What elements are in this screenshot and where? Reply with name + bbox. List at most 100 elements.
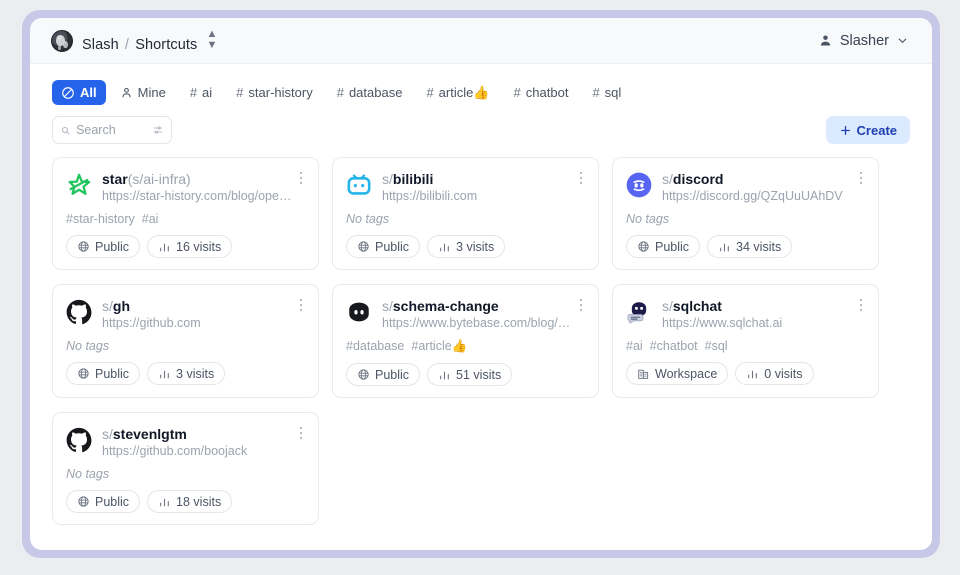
shortcut-name: sqlchat: [672, 298, 722, 314]
user-menu[interactable]: Slasher: [818, 33, 909, 49]
shortcut-url[interactable]: https://www.bytebase.com/blog/ho…: [382, 316, 573, 330]
breadcrumb-text: Slash / Shortcuts ▲ ▼: [82, 28, 218, 53]
visits-label: 16 visits: [176, 239, 222, 254]
app-logo-icon: [51, 29, 73, 52]
hash-icon: #: [189, 85, 198, 100]
hash-icon: #: [592, 85, 600, 100]
shortcut-url[interactable]: https://www.sqlchat.ai: [662, 316, 853, 330]
card-menu-button[interactable]: [854, 297, 868, 313]
shortcut-tag[interactable]: #star-history: [66, 212, 135, 226]
card-content: s/sqlchat https://www.sqlchat.ai: [662, 297, 865, 330]
shortcut-card[interactable]: s/bilibili https://bilibili.com No tags …: [332, 157, 599, 270]
filter-tab-sql-label: sql: [604, 85, 622, 100]
globe-icon: [358, 241, 369, 252]
shortcut-card[interactable]: s/discord https://discord.gg/QZqUuUAhDV …: [612, 157, 879, 270]
shortcut-title[interactable]: s/gh: [102, 297, 293, 315]
shortcut-url[interactable]: https://bilibili.com: [382, 189, 573, 203]
shortcut-tag[interactable]: #database: [346, 339, 404, 354]
toolbar: Create: [52, 116, 910, 144]
search-input[interactable]: [76, 123, 148, 137]
shortcut-tags: No tags: [66, 339, 305, 353]
bar-chart-icon: [160, 498, 169, 507]
shortcut-title[interactable]: s/stevenlgtm: [102, 425, 293, 443]
shortcut-tag[interactable]: #ai: [142, 212, 159, 226]
filter-tab-database[interactable]: # database: [327, 80, 413, 105]
filter-tab-star-history[interactable]: # star-history: [226, 80, 323, 105]
person-icon: [122, 87, 131, 98]
filter-tab-ai-label: ai: [202, 85, 213, 100]
shortcut-name: stevenlgtm: [112, 426, 187, 442]
visibility-badge: Public: [626, 235, 701, 258]
shortcut-badges: Public 18 visits: [66, 490, 305, 513]
shortcut-tag[interactable]: #chatbot: [650, 339, 698, 353]
filter-tab-article[interactable]: # article👍: [416, 80, 499, 105]
shortcut-title[interactable]: s/schema-change: [382, 297, 573, 315]
app-window: Slash / Shortcuts ▲ ▼ Slasher All Mine #…: [30, 18, 932, 550]
card-menu-button[interactable]: [574, 170, 588, 186]
chevron-updown-icon[interactable]: ▲ ▼: [207, 28, 218, 51]
breadcrumb[interactable]: Slash / Shortcuts ▲ ▼: [51, 28, 218, 53]
shortcut-title[interactable]: s/bilibili: [382, 170, 573, 188]
visits-label: 3 visits: [456, 239, 495, 254]
card-menu-button[interactable]: [574, 297, 588, 313]
shortcut-tag[interactable]: #ai: [626, 339, 643, 353]
chevron-down-icon[interactable]: [896, 34, 909, 47]
shortcut-tags: No tags: [66, 467, 305, 481]
shortcut-badges: Public 34 visits: [626, 235, 865, 258]
bar-chart-icon: [440, 243, 449, 252]
shortcut-card[interactable]: star(s/ai-infra) https://star-history.co…: [52, 157, 319, 270]
filter-tab-mine[interactable]: Mine: [110, 80, 176, 105]
shortcut-card[interactable]: s/stevenlgtm https://github.com/boojack …: [52, 412, 319, 525]
shortcut-grid: star(s/ai-infra) https://star-history.co…: [52, 157, 910, 525]
shortcut-url[interactable]: https://star-history.com/blog/open-…: [102, 189, 293, 203]
shortcut-url[interactable]: https://github.com/boojack: [102, 444, 293, 458]
card-content: s/discord https://discord.gg/QZqUuUAhDV: [662, 170, 865, 203]
no-tags-label: No tags: [346, 212, 390, 226]
search-box[interactable]: [52, 116, 172, 144]
card-header: s/sqlchat https://www.sqlchat.ai: [626, 297, 865, 330]
shortcut-badges: Workspace 0 visits: [626, 362, 865, 385]
shortcut-name: discord: [672, 171, 724, 187]
bar-chart-icon: [160, 243, 169, 252]
shortcut-tags: #ai #chatbot #sql: [626, 339, 865, 353]
visibility-label: Workspace: [655, 366, 718, 381]
shortcut-card[interactable]: s/gh https://github.com No tags Public 3…: [52, 284, 319, 398]
filter-tab-ai[interactable]: # ai: [180, 80, 222, 105]
visibility-badge: Public: [346, 235, 421, 258]
card-header: star(s/ai-infra) https://star-history.co…: [66, 170, 305, 203]
shortcut-title[interactable]: s/discord: [662, 170, 853, 188]
breadcrumb-app: Slash: [82, 36, 119, 53]
card-menu-button[interactable]: [294, 425, 308, 441]
shortcut-url[interactable]: https://github.com: [102, 316, 293, 330]
shortcut-title[interactable]: star(s/ai-infra): [102, 170, 293, 188]
filter-tab-all[interactable]: All: [52, 80, 106, 105]
create-button[interactable]: Create: [825, 116, 910, 144]
visits-badge: 3 visits: [427, 235, 506, 258]
filter-tab-database-label: database: [348, 85, 403, 100]
app-body: All Mine # ai # star-history # database …: [30, 64, 932, 550]
filter-tab-sql[interactable]: # sql: [582, 80, 631, 105]
card-menu-button[interactable]: [294, 170, 308, 186]
visits-badge: 16 visits: [147, 235, 233, 258]
shortcut-tag[interactable]: #article👍: [411, 339, 467, 354]
shortcut-card[interactable]: s/sqlchat https://www.sqlchat.ai #ai #cha…: [612, 284, 879, 398]
app-header: Slash / Shortcuts ▲ ▼ Slasher: [30, 18, 932, 64]
card-content: s/gh https://github.com: [102, 297, 305, 330]
bytebase-icon: [346, 299, 372, 325]
sliders-icon[interactable]: [153, 123, 163, 137]
visibility-badge: Workspace: [626, 362, 729, 385]
card-menu-button[interactable]: [294, 297, 308, 313]
bilibili-icon: [346, 172, 372, 198]
shortcut-title[interactable]: s/sqlchat: [662, 297, 853, 315]
shortcut-prefix: s/: [102, 298, 113, 314]
visits-label: 3 visits: [176, 366, 215, 381]
card-menu-button[interactable]: [854, 170, 868, 186]
shortcut-url[interactable]: https://discord.gg/QZqUuUAhDV: [662, 189, 853, 203]
breadcrumb-page: Shortcuts: [135, 36, 198, 53]
visibility-badge: Public: [66, 490, 141, 513]
filter-tab-chatbot[interactable]: # chatbot: [504, 80, 579, 105]
visibility-badge: Public: [66, 362, 141, 385]
shortcut-card[interactable]: s/schema-change https://www.bytebase.com…: [332, 284, 599, 398]
user-name: Slasher: [839, 32, 889, 49]
shortcut-tag[interactable]: #sql: [705, 339, 728, 353]
